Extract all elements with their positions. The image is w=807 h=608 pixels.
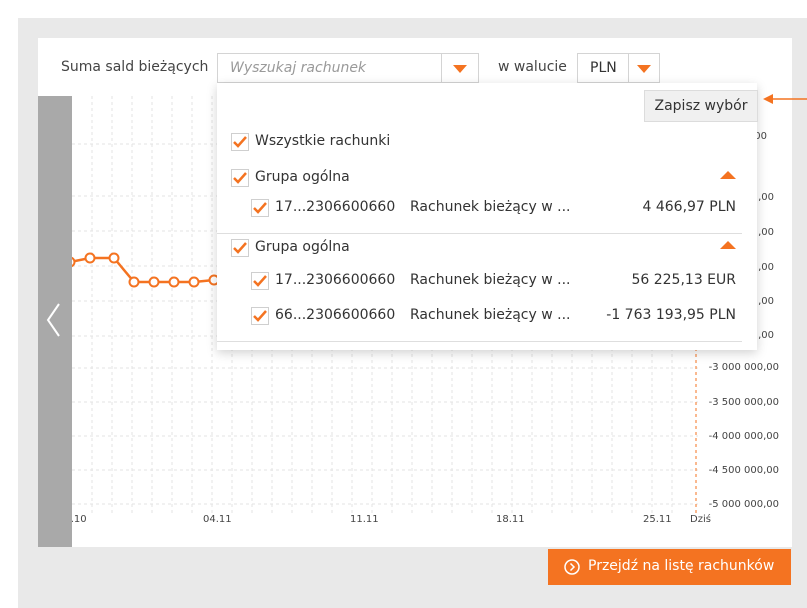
data-point [188,276,200,288]
checkmark-icon [233,172,247,184]
y-tick-label: ,00 [758,192,774,203]
chevron-left-icon[interactable] [44,300,64,340]
all-accounts-checkbox[interactable] [231,133,249,151]
data-point [148,276,160,288]
account-checkbox[interactable] [251,272,269,290]
currency-value: PLN [590,60,617,76]
y-tick-label: ,00 [758,227,774,238]
checkmark-icon [233,136,247,148]
checkmark-icon [253,202,267,214]
y-tick-label: -3 000 000,00 [708,362,779,373]
data-point [168,276,180,288]
y-tick-label: -4 500 000,00 [708,465,779,476]
account-name: Rachunek bieżący w ... [410,307,571,323]
account-selection-dropdown: Wszystkie rachunki Grupa ogólna 17...230… [217,83,757,350]
x-tick-label: 18.11 [496,514,525,525]
account-number: 17...2306600660 [275,272,396,288]
data-point [84,252,96,264]
data-point [128,276,140,288]
chevron-down-icon [453,65,467,73]
group-name: Grupa ogólna [255,239,350,255]
account-dropdown-button[interactable] [441,53,479,83]
x-tick-label: 25.11 [643,514,672,525]
y-tick-label: ,00 [758,262,774,273]
arrow-left-icon [763,94,807,104]
account-balance: -1 763 193,95 PLN [606,307,736,323]
currency-select[interactable]: PLN [577,53,629,83]
y-tick-label: ,00 [758,296,774,307]
x-tick-label: 04.11 [203,514,232,525]
save-selection-button[interactable]: Zapisz wybór [644,90,758,122]
account-number: 17...2306600660 [275,199,396,215]
all-accounts-label: Wszystkie rachunki [255,133,391,149]
arrow-circle-right-icon [564,559,580,575]
checkmark-icon [233,242,247,254]
y-tick-label: -4 000 000,00 [708,431,779,442]
currency-dropdown-button[interactable] [628,53,660,83]
y-tick-label: -3 500 000,00 [708,397,779,408]
group-checkbox[interactable] [231,239,249,257]
checkmark-icon [253,310,267,322]
x-tick-label: 11.11 [350,514,379,525]
account-name: Rachunek bieżący w ... [410,272,571,288]
data-point [108,252,120,264]
account-search-input[interactable]: Wyszukaj rachunek [217,53,479,83]
account-checkbox[interactable] [251,307,269,325]
chevron-up-icon[interactable] [720,171,736,179]
checkmark-icon [253,275,267,287]
go-to-accounts-button[interactable]: Przejdź na listę rachunków [548,549,791,585]
account-name: Rachunek bieżący w ... [410,199,571,215]
y-tick-label: -5 000 000,00 [708,499,779,510]
search-placeholder: Wyszukaj rachunek [230,60,367,76]
balance-sum-label: Suma sald bieżących [61,59,209,75]
chevron-up-icon[interactable] [720,241,736,249]
group-checkbox[interactable] [231,169,249,187]
x-tick-label-today: Dziś [690,514,711,525]
y-tick-label: ,00 [758,330,774,341]
account-balance: 4 466,97 PLN [642,199,736,215]
chevron-down-icon [637,65,651,73]
currency-label: w walucie [498,59,567,75]
group-divider [217,233,742,234]
go-to-accounts-label: Przejdź na listę rachunków [588,558,775,574]
account-balance: 56 225,13 EUR [631,272,736,288]
account-checkbox[interactable] [251,199,269,217]
group-name: Grupa ogólna [255,169,350,185]
list-bottom-divider [217,341,742,342]
account-number: 66...2306600660 [275,307,396,323]
